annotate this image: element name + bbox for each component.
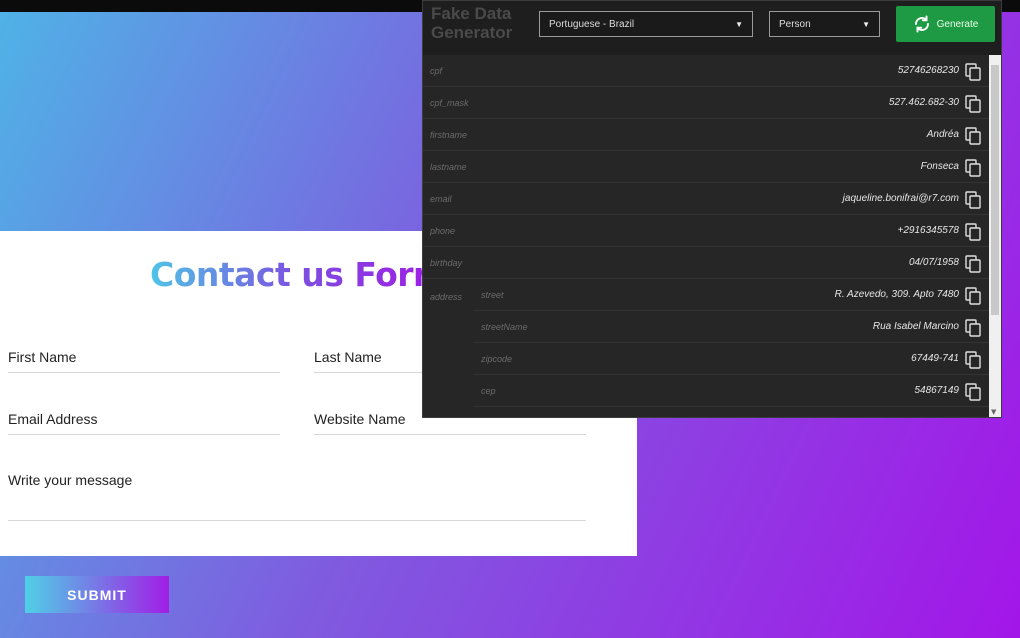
popup-header: Fake Data Generator Portuguese - Brazil … — [423, 1, 1001, 55]
field-underline — [8, 434, 280, 435]
address-row-street: street R. Azevedo, 309. Apto 7480 — [473, 279, 989, 311]
message-label: Write your message — [8, 472, 133, 488]
row-value: Fonseca — [920, 161, 959, 172]
first-name-label: First Name — [8, 349, 77, 365]
data-row-cpf: cpf 52746268230 — [423, 55, 989, 87]
field-underline — [8, 372, 280, 373]
address-label: address — [430, 292, 463, 302]
data-row-cpf-mask: cpf_mask 527.462.682-30 — [423, 87, 989, 119]
copy-icon[interactable] — [965, 319, 981, 337]
chevron-down-icon: ▼ — [735, 19, 743, 29]
contact-form-title: Contact us Form — [150, 255, 447, 294]
copy-icon[interactable] — [965, 351, 981, 369]
data-row-firstname: firstname Andréa — [423, 119, 989, 151]
generate-label: Generate — [936, 18, 979, 30]
row-value: 04/07/1958 — [908, 257, 959, 268]
row-key: firstname — [430, 129, 468, 140]
row-key: cpf_mask — [430, 97, 469, 108]
copy-icon[interactable] — [965, 383, 981, 401]
refresh-icon — [914, 15, 929, 33]
type-select[interactable]: Person ▼ — [769, 11, 880, 37]
copy-icon[interactable] — [965, 287, 981, 305]
submit-button[interactable]: SUBMIT — [25, 576, 169, 613]
type-select-value: Person — [779, 18, 811, 30]
row-key: email — [430, 193, 452, 204]
copy-icon[interactable] — [965, 159, 981, 177]
copy-icon[interactable] — [965, 95, 981, 113]
row-key: zipcode — [481, 353, 513, 364]
row-key: phone — [430, 225, 456, 236]
row-value: Rua Isabel Marcino — [872, 321, 959, 332]
address-row-streetname: streetName Rua Isabel Marcino — [473, 311, 989, 343]
data-row-phone: phone +2916345578 — [423, 215, 989, 247]
fake-data-generator-popup: Fake Data Generator Portuguese - Brazil … — [422, 0, 1002, 418]
row-key: street — [481, 289, 504, 300]
row-value: 54867149 — [914, 385, 960, 396]
first-name-field[interactable]: First Name — [8, 349, 280, 373]
row-key: cpf — [430, 65, 443, 76]
email-field[interactable]: Email Address — [8, 411, 280, 435]
copy-icon[interactable] — [965, 255, 981, 273]
scrollbar-thumb[interactable] — [991, 65, 999, 315]
copy-icon[interactable] — [965, 63, 981, 81]
row-value: R. Azevedo, 309. Apto 7480 — [834, 289, 959, 300]
copy-icon[interactable] — [965, 191, 981, 209]
popup-scrollbar[interactable]: ▼ — [989, 55, 1001, 417]
row-value: 527.462.682-30 — [888, 97, 959, 108]
message-field[interactable]: Write your message — [8, 472, 586, 521]
row-value: 52746268230 — [897, 65, 959, 76]
row-value: 67449-741 — [911, 353, 959, 364]
data-rows: cpf 52746268230 cpf_mask 527.462.682-30 … — [423, 55, 989, 407]
address-row-cep: cep 54867149 — [473, 375, 989, 407]
row-key: lastname — [430, 161, 467, 172]
row-value: +2916345578 — [897, 225, 959, 236]
copy-icon[interactable] — [965, 223, 981, 241]
data-row-lastname: lastname Fonseca — [423, 151, 989, 183]
locale-select-value: Portuguese - Brazil — [549, 18, 635, 30]
row-key: cep — [481, 385, 496, 396]
generate-button[interactable]: Generate — [896, 6, 995, 42]
data-row-email: email jaqueline.bonifrai@r7.com — [423, 183, 989, 215]
row-key: birthday — [430, 257, 463, 268]
copy-icon[interactable] — [965, 127, 981, 145]
row-value: Andréa — [926, 129, 959, 140]
data-row-birthday: birthday 04/07/1958 — [423, 247, 989, 279]
email-label: Email Address — [8, 411, 98, 427]
field-underline — [314, 434, 586, 435]
field-underline — [8, 520, 586, 521]
locale-select[interactable]: Portuguese - Brazil ▼ — [539, 11, 753, 37]
scroll-down-arrow-icon[interactable]: ▼ — [991, 408, 996, 416]
chevron-down-icon: ▼ — [862, 19, 870, 29]
popup-title: Fake Data Generator — [431, 4, 513, 42]
row-value: jaqueline.bonifrai@r7.com — [842, 193, 959, 204]
address-row-zipcode: zipcode 67449-741 — [473, 343, 989, 375]
row-key: streetName — [481, 321, 528, 332]
